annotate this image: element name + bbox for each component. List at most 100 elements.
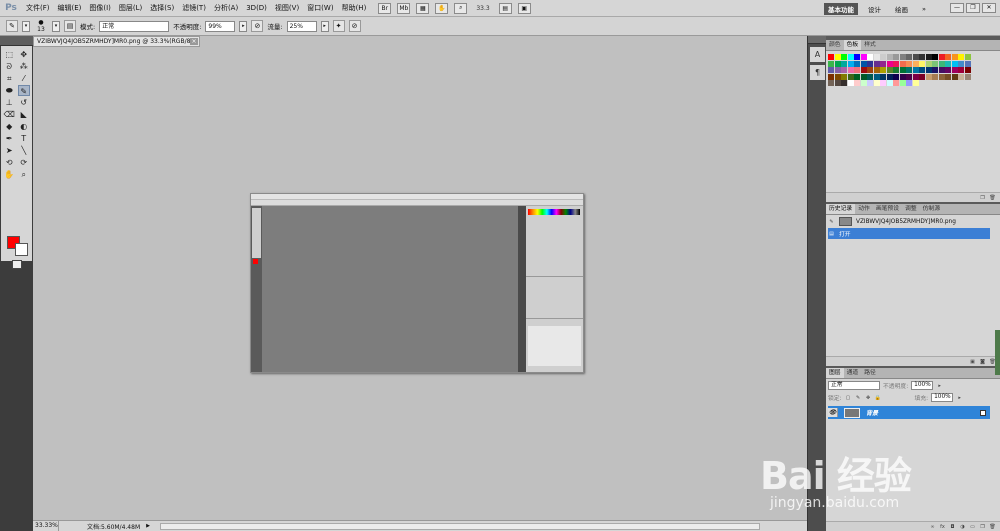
swatch-cell[interactable] (867, 73, 873, 80)
swatch-cell[interactable] (964, 73, 971, 80)
swatch-cell[interactable] (945, 73, 951, 80)
swatch-cell[interactable] (860, 60, 867, 67)
minibridge-icon[interactable]: Mb (397, 2, 411, 14)
screen-mode-icon[interactable]: ▣ (517, 2, 531, 14)
history-step-row[interactable]: ▤ 打开 (828, 228, 990, 239)
swatch-cell[interactable] (958, 73, 964, 80)
quick-mask-icon[interactable] (12, 260, 22, 269)
lock-position-icon[interactable]: ✥ (865, 395, 872, 401)
tab-color[interactable]: 颜色 (826, 40, 844, 50)
swatch-cell[interactable] (834, 67, 841, 73)
swatch-cell[interactable] (841, 73, 847, 80)
workspace-more[interactable]: » (918, 4, 930, 14)
document-tab[interactable]: VZIBWVJQ4JOB5ZRMHDY]MR0.png @ 33.3%(RGB/… (33, 36, 200, 47)
swatch-cell[interactable] (958, 67, 964, 73)
swatch-cell[interactable] (919, 60, 925, 67)
hand-tool-icon[interactable]: ✋ (3, 169, 15, 180)
swatch-cell[interactable] (860, 67, 867, 73)
new-group-icon[interactable]: ▭ (969, 524, 976, 530)
swatch-cell[interactable] (925, 67, 932, 73)
swatch-cell[interactable] (873, 80, 880, 86)
3d-rotate-tool-icon[interactable]: ⟲ (3, 157, 15, 168)
blend-mode-select[interactable]: 正常 (828, 381, 880, 390)
swatch-cell[interactable] (945, 67, 951, 73)
flow-slider-arrow[interactable]: ▸ (320, 20, 329, 32)
layer-opacity-arrow[interactable]: ▸ (936, 383, 943, 389)
layer-opacity-input[interactable]: 100% (911, 381, 934, 390)
swatch-cell[interactable] (938, 67, 945, 73)
workspace-painting[interactable]: 绘画 (891, 3, 912, 15)
tab-channels[interactable]: 通道 (844, 368, 862, 378)
swatch-cell[interactable] (919, 54, 925, 60)
tab-clone-source[interactable]: 仿制源 (920, 204, 943, 214)
eye-icon[interactable]: 👁 (828, 408, 838, 417)
eyedropper-tool-icon[interactable]: ⁄ (18, 73, 30, 84)
swatch-cell[interactable] (834, 80, 841, 86)
swatch-cell[interactable] (899, 80, 906, 86)
swatch-cell[interactable] (847, 80, 854, 86)
new-document-from-state-icon[interactable]: ▣ (969, 359, 976, 365)
swatch-cell[interactable] (828, 60, 834, 67)
new-layer-icon[interactable]: ❐ (979, 524, 986, 530)
swatch-cell[interactable] (873, 67, 880, 73)
history-brush-tool-icon[interactable]: ↺ (18, 97, 30, 108)
tab-styles[interactable]: 样式 (861, 40, 879, 50)
brush-panel-icon[interactable]: ▤ (64, 20, 76, 32)
flow-input[interactable]: 25% (286, 20, 317, 32)
swatch-cell[interactable] (951, 60, 958, 67)
swatch-cell[interactable] (867, 54, 873, 60)
swatch-cell[interactable] (899, 54, 906, 60)
zoom-tool-icon[interactable]: ⌕ (18, 169, 30, 180)
swatch-cell[interactable] (880, 73, 886, 80)
pressure-opacity-icon[interactable]: ⊘ (251, 20, 264, 32)
swatch-cell[interactable] (841, 67, 847, 73)
delete-swatch-icon[interactable]: 🗑 (989, 195, 996, 201)
swatch-cell[interactable] (834, 60, 841, 67)
swatch-cell[interactable] (886, 73, 893, 80)
swatch-cell[interactable] (899, 73, 906, 80)
type-tool-icon[interactable]: T (18, 133, 30, 144)
paragraph-panel-icon[interactable]: ¶ (810, 65, 825, 80)
swatch-cell[interactable] (873, 60, 880, 67)
swatch-cell[interactable] (860, 73, 867, 80)
character-panel-icon[interactable]: A (810, 47, 825, 62)
paint-bucket-tool-icon[interactable]: ◣ (18, 109, 30, 120)
menu-image[interactable]: 图像(I) (85, 0, 115, 17)
quick-select-tool-icon[interactable]: ⁂ (18, 61, 30, 72)
menu-help[interactable]: 帮助(H) (338, 0, 371, 17)
swatch-cell[interactable] (834, 54, 841, 60)
swatch-cell[interactable] (828, 73, 834, 80)
tab-actions[interactable]: 动作 (855, 204, 873, 214)
opacity-input[interactable]: 99% (205, 20, 236, 32)
swatch-cell[interactable] (847, 60, 854, 67)
pen-tool-icon[interactable]: ✒ (3, 133, 15, 144)
swatch-cell[interactable] (847, 73, 854, 80)
swatch-cell[interactable] (847, 67, 854, 73)
eraser-tool-icon[interactable]: ⌫ (3, 109, 15, 120)
dock-header[interactable] (808, 36, 826, 44)
swatch-cell[interactable] (899, 60, 906, 67)
move-tool-icon[interactable]: ✥ (18, 49, 30, 60)
swatch-cell[interactable] (893, 67, 899, 73)
3d-orbit-tool-icon[interactable]: ⟳ (18, 157, 30, 168)
swatch-cell[interactable] (925, 54, 932, 60)
restore-button[interactable]: ❐ (966, 3, 980, 13)
brush-size-picker[interactable]: ● 13 (34, 19, 48, 33)
swatch-cell[interactable] (886, 67, 893, 73)
grid-icon[interactable]: ▦ (416, 2, 430, 14)
tab-swatches[interactable]: 色板 (843, 40, 862, 50)
marquee-tool-icon[interactable]: ⬚ (3, 49, 15, 60)
workspace-essentials[interactable]: 基本功能 (824, 2, 859, 15)
swatch-cell[interactable] (906, 60, 912, 67)
swatch-cell[interactable] (880, 54, 886, 60)
menu-file[interactable]: 文件(F) (22, 0, 54, 17)
create-snapshot-icon[interactable]: ◙ (979, 359, 986, 365)
swatch-cell[interactable] (925, 73, 932, 80)
delete-layer-icon[interactable]: 🗑 (989, 524, 996, 530)
line-tool-icon[interactable]: ╲ (18, 145, 30, 156)
swatch-cell[interactable] (951, 54, 958, 60)
document-tab-close-icon[interactable]: × (190, 38, 198, 45)
mode-select[interactable]: 正常 (99, 20, 170, 32)
path-select-tool-icon[interactable]: ➤ (3, 145, 15, 156)
swatch-cell[interactable] (912, 67, 919, 73)
